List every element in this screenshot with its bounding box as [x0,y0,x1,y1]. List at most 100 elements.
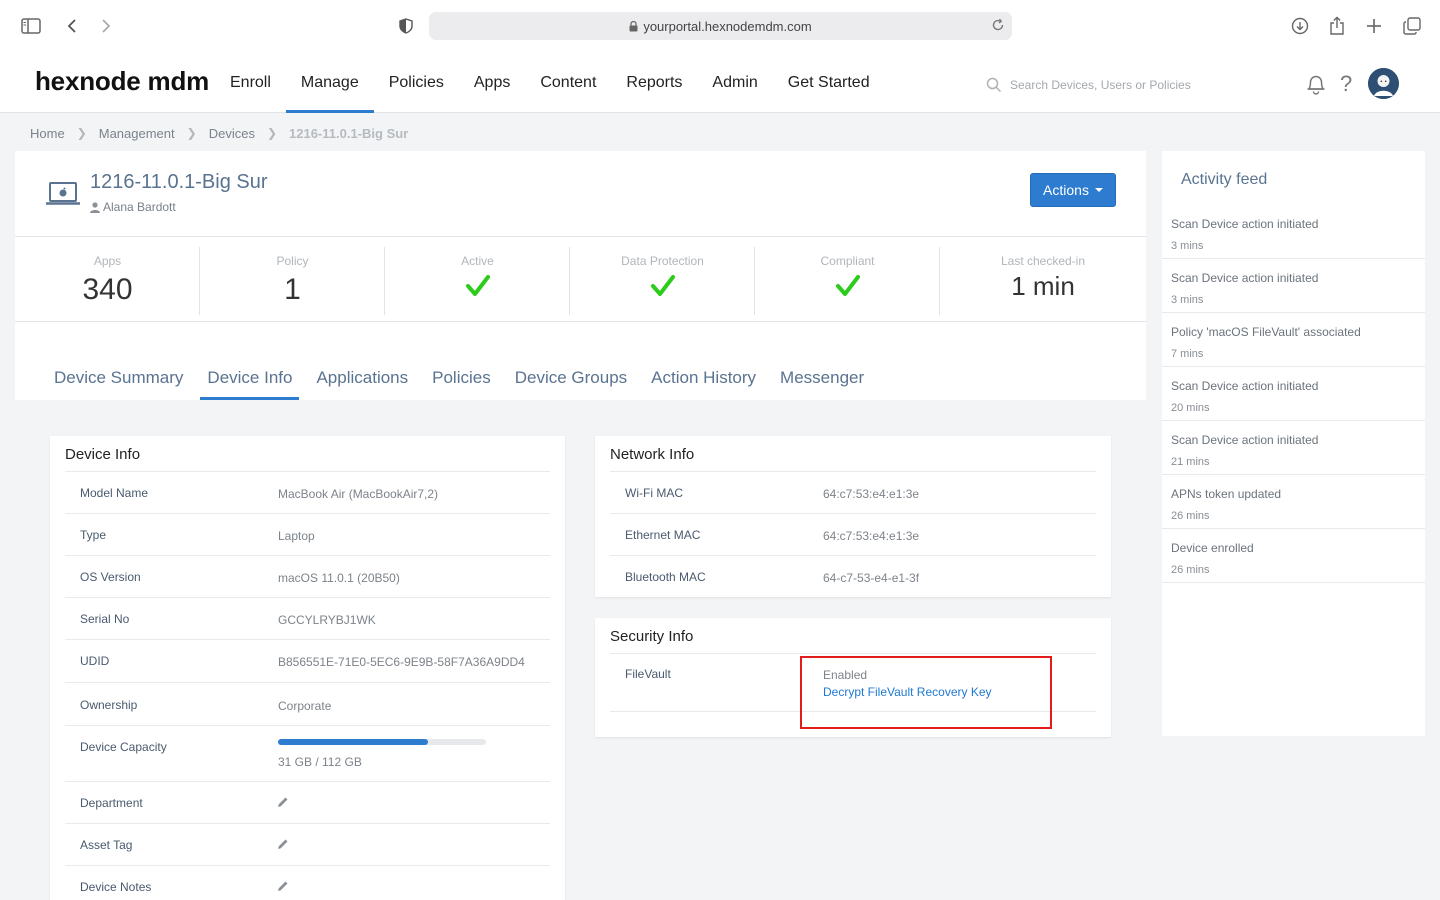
feed-text: Policy 'macOS FileVault' associated [1171,325,1361,339]
device-info-card: Device Info Model Name MacBook Air (MacB… [50,436,565,900]
pencil-icon[interactable] [277,838,289,850]
checkmark-icon [570,274,755,298]
nav-admin[interactable]: Admin [697,52,772,113]
tab-messenger[interactable]: Messenger [768,356,876,400]
table-row: Ethernet MAC 64:c7:53:e4:e1:3e [610,513,1096,555]
feed-time: 7 mins [1171,348,1204,360]
stat-label: Data Protection [621,254,704,268]
table-row: Bluetooth MAC 64-c7-53-e4-e1-3f [610,555,1096,597]
device-owner: Alana Bardott [90,200,176,214]
chevron-right-icon: ❯ [266,126,278,140]
nav-manage[interactable]: Manage [285,52,374,113]
row-label: Asset Tag [80,838,133,852]
table-row: Device Notes [65,865,550,900]
user-icon [90,201,100,213]
lock-icon [629,20,638,32]
device-panel: 1216-11.0.1-Big Sur Alana Bardott Action… [15,151,1146,400]
tab-device-info[interactable]: Device Info [195,356,304,400]
stat-value: 1 [284,273,301,306]
share-icon[interactable] [1325,14,1349,38]
tab-applications[interactable]: Applications [304,356,420,400]
shield-icon[interactable] [394,14,418,38]
tab-device-summary[interactable]: Device Summary [54,356,195,400]
stat-label: Active [461,254,494,268]
device-name: 1216-11.0.1-Big Sur [90,171,268,193]
actions-button[interactable]: Actions [1030,173,1116,207]
nav-reports[interactable]: Reports [611,52,697,113]
row-label: Ethernet MAC [625,528,701,542]
feed-time: 21 mins [1171,456,1210,468]
tab-action-history[interactable]: Action History [639,356,768,400]
feed-time: 3 mins [1171,294,1204,306]
bell-icon[interactable] [1305,72,1327,96]
row-value: 64:c7:53:e4:e1:3e [823,529,920,543]
feed-text: Scan Device action initiated [1171,271,1319,285]
laptop-icon [45,181,81,212]
row-label: Serial No [80,612,130,626]
feed-text: Scan Device action initiated [1171,433,1319,447]
row-value: macOS 11.0.1 (20B50) [278,571,400,585]
sidebar-toggle-icon[interactable] [19,14,43,38]
stat-value: 340 [82,273,133,306]
row-label: Device Capacity [80,740,167,754]
row-label: OS Version [80,570,141,584]
activity-feed-title: Activity feed [1181,171,1268,188]
breadcrumb-home[interactable]: Home [30,126,65,141]
stat-policy[interactable]: Policy 1 [200,237,385,322]
breadcrumb-devices[interactable]: Devices [209,126,255,141]
chevron-right-icon: ❯ [186,126,197,140]
help-icon[interactable]: ? [1340,71,1352,97]
list-item: Scan Device action initiated 3 mins [1162,205,1425,259]
search-input[interactable] [1010,78,1230,92]
pencil-icon[interactable] [277,796,289,808]
address-bar[interactable]: yourportal.hexnodemdm.com [429,12,1012,40]
main-nav: Enroll Manage Policies Apps Content Repo… [215,52,885,113]
pencil-icon[interactable] [277,880,289,892]
card-title: Device Info [65,446,141,463]
stat-apps[interactable]: Apps 340 [15,237,200,322]
nav-apps[interactable]: Apps [459,52,525,113]
device-stats: Apps 340 Policy 1 Active Data Protection… [15,236,1146,322]
table-row: Wi-Fi MAC 64:c7:53:e4:e1:3e [610,471,1096,513]
breadcrumb-management[interactable]: Management [99,126,175,141]
table-row: Asset Tag [65,823,550,865]
nav-enroll[interactable]: Enroll [215,52,286,113]
download-icon[interactable] [1288,14,1312,38]
row-value: 31 GB / 112 GB [278,755,362,769]
feed-time: 26 mins [1171,510,1210,522]
table-row: Model Name MacBook Air (MacBookAir7,2) [65,471,550,513]
row-label: FileVault [625,667,671,681]
row-label: Ownership [80,698,138,712]
reload-icon[interactable] [991,18,1005,32]
row-value: B856551E-71E0-5EC6-9E9B-58F7A36A9DD4 [278,655,525,669]
list-item: Scan Device action initiated 20 mins [1162,367,1425,421]
feed-text: Device enrolled [1171,541,1254,555]
owner-name[interactable]: Alana Bardott [103,200,176,214]
row-label: UDID [80,654,110,668]
row-value: 64:c7:53:e4:e1:3e [823,487,920,501]
tab-device-groups[interactable]: Device Groups [503,356,639,400]
nav-get-started[interactable]: Get Started [773,52,885,113]
row-label: Type [80,528,107,542]
checkmark-icon [385,274,570,298]
forward-icon[interactable] [94,14,118,38]
row-label: Department [80,796,143,810]
breadcrumb: Home ❯ Management ❯ Devices ❯ 1216-11.0.… [30,124,408,142]
new-tab-icon[interactable] [1362,14,1386,38]
capacity-progress-fill [278,739,428,745]
card-title: Security Info [610,628,694,645]
url-text: yourportal.hexnodemdm.com [643,18,812,34]
tab-overview-icon[interactable] [1400,14,1424,38]
avatar[interactable] [1368,68,1399,99]
chevron-right-icon: ❯ [76,126,87,140]
list-item: Device enrolled 26 mins [1162,529,1425,583]
nav-content[interactable]: Content [525,52,611,113]
network-info-rows: Wi-Fi MAC 64:c7:53:e4:e1:3e Ethernet MAC… [610,471,1096,597]
back-icon[interactable] [60,14,84,38]
tab-policies[interactable]: Policies [420,356,503,400]
nav-policies[interactable]: Policies [374,52,459,113]
hexnode-logo[interactable]: hexnode mdm [35,66,209,97]
table-row: Device Capacity 31 GB / 112 GB [65,725,550,781]
search-box [986,74,1246,96]
table-row: Ownership Corporate [65,682,550,725]
